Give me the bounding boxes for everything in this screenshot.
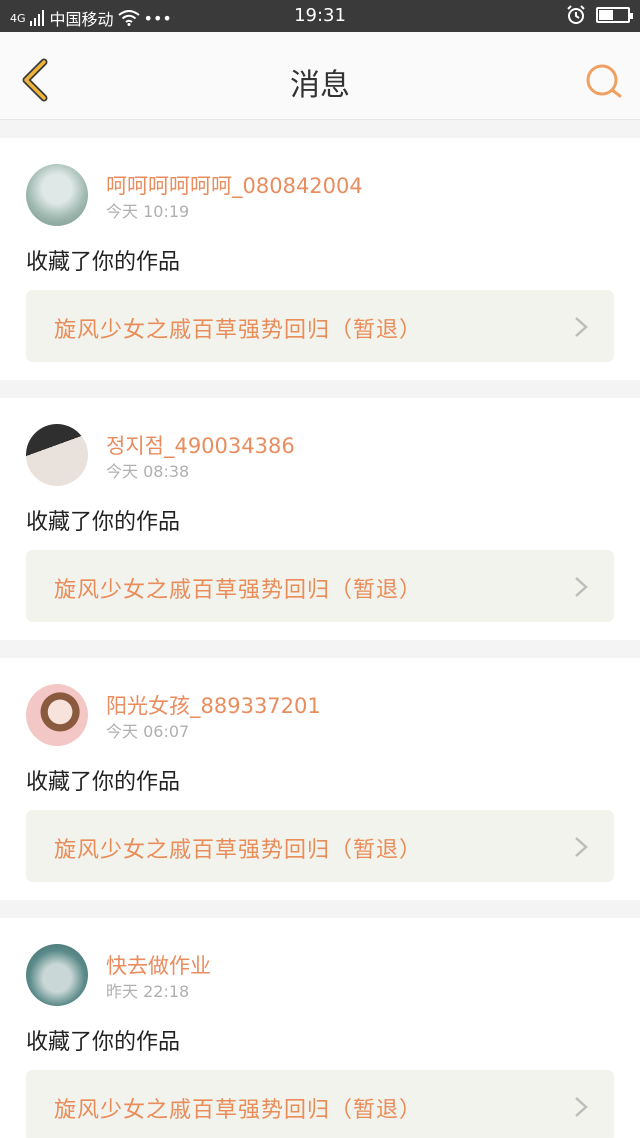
user-name[interactable]: 阳光女孩_889337201 [106,690,321,720]
nav-bar: 消息 [0,32,640,120]
message-time: 今天 08:38 [106,462,190,481]
message-time: 今天 10:19 [106,202,190,221]
message-action: 收藏了你的作品 [26,1030,181,1055]
message-list: 呵呵呵呵呵呵_080842004 今天 10:19 收藏了你的作品 旋风少女之戚… [0,120,640,1138]
work-title: 旋风少女之戚百草强势回归（暂退） [54,838,423,863]
chevron-right-icon [575,577,588,597]
work-link[interactable]: 旋风少女之戚百草强势回归（暂退） [26,810,614,882]
message-time: 今天 06:07 [106,722,190,741]
work-title: 旋风少女之戚百草强势回归（暂退） [54,318,423,343]
user-name[interactable]: 快去做作业 [106,950,211,980]
avatar[interactable] [26,164,88,226]
status-bar: 4G 中国移动 ••• 19:31 [0,0,640,32]
avatar[interactable] [26,424,88,486]
clock: 19:31 [294,5,346,26]
chevron-right-icon [575,317,588,337]
message-action: 收藏了你的作品 [26,250,181,275]
battery-icon [596,7,633,23]
chevron-right-icon [575,1097,588,1117]
chevron-right-icon [575,837,588,857]
user-name[interactable]: 呵呵呵呵呵呵_080842004 [106,170,363,200]
message-action: 收藏了你的作品 [26,510,181,535]
work-link[interactable]: 旋风少女之戚百草强势回归（暂退） [26,550,614,622]
work-title: 旋风少女之戚百草强势回归（暂退） [54,578,423,603]
user-name[interactable]: 정지점_490034386 [106,430,295,460]
avatar[interactable] [26,944,88,1006]
avatar[interactable] [26,684,88,746]
work-title: 旋风少女之戚百草强势回归（暂退） [54,1098,423,1123]
message-action: 收藏了你的作品 [26,770,181,795]
work-link[interactable]: 旋风少女之戚百草强势回归（暂退） [26,290,614,362]
message-card: 阳光女孩_889337201 今天 06:07 收藏了你的作品 旋风少女之戚百草… [0,658,640,900]
message-card: 정지점_490034386 今天 08:38 收藏了你的作品 旋风少女之戚百草强… [0,398,640,640]
work-link[interactable]: 旋风少女之戚百草强势回归（暂退） [26,1070,614,1138]
message-card: 快去做作业 昨天 22:18 收藏了你的作品 旋风少女之戚百草强势回归（暂退） [0,918,640,1138]
message-card: 呵呵呵呵呵呵_080842004 今天 10:19 收藏了你的作品 旋风少女之戚… [0,138,640,380]
page-title: 消息 [290,68,350,103]
status-right [566,5,633,25]
message-time: 昨天 22:18 [106,982,190,1001]
search-icon[interactable] [584,62,624,102]
alarm-icon [567,5,585,24]
